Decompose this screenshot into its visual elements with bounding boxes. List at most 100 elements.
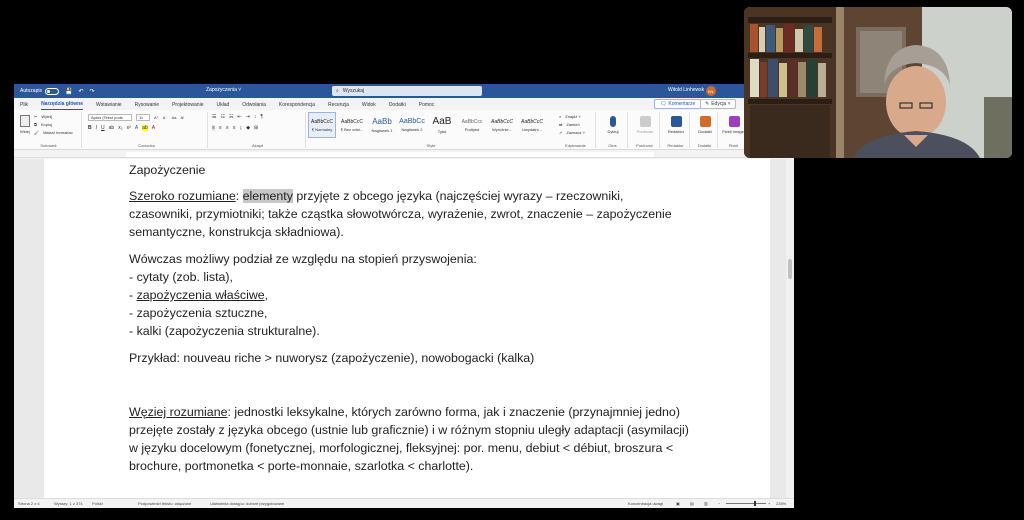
select-button[interactable]: ➚ Zaznacz ˅ (559, 130, 585, 135)
font-size-select[interactable]: 11 (136, 114, 150, 121)
tab-design[interactable]: Projektowanie (172, 102, 203, 110)
multilevel-icon[interactable]: ☵ (229, 114, 233, 120)
cut-button[interactable]: ✂ Wytnij (34, 114, 52, 119)
web-layout-icon[interactable]: ▥ (704, 501, 708, 506)
tab-file[interactable]: Plik (20, 102, 28, 110)
increase-indent-icon[interactable]: ⇥ (246, 114, 250, 120)
style-emphasis[interactable]: AaBbCcC Uwydatni... (518, 112, 546, 138)
editor-button[interactable]: Redaktor (663, 116, 689, 134)
style-title[interactable]: AaB Tytuł (428, 112, 456, 138)
zoom-in-icon[interactable]: + (768, 501, 770, 506)
style-normal[interactable]: AaBbCcC ¶ Normalny (308, 112, 336, 138)
strikethrough-icon[interactable]: ab (109, 125, 115, 131)
autosave-control[interactable]: Autozapis (20, 87, 59, 95)
subscript-icon[interactable]: x₂ (118, 125, 122, 131)
language-indicator[interactable]: Polski (92, 501, 103, 506)
vertical-scrollbar[interactable] (786, 159, 794, 498)
style-name: Wyróżnie... (492, 126, 512, 132)
font-name-select[interactable]: Aptos (Tekst pods (88, 114, 132, 121)
print-layout-icon[interactable]: ▤ (690, 501, 694, 506)
clear-format-icon[interactable]: A̸ (180, 115, 183, 120)
superscript-icon[interactable]: x² (127, 125, 131, 131)
focus-mode-button[interactable]: Koncentracja uwagi (628, 501, 663, 506)
text-effects-icon[interactable]: A (135, 125, 138, 131)
search-input[interactable]: ⌕ Wyszukaj (332, 86, 482, 96)
tab-references[interactable]: Odwołania (242, 102, 266, 110)
zoom-slider-thumb[interactable] (754, 501, 756, 506)
copy-button[interactable]: ⧉ Kopiuj (34, 122, 52, 127)
decrease-indent-icon[interactable]: ⇤ (237, 114, 241, 120)
change-case-icon[interactable]: Aa (172, 115, 177, 120)
find-button[interactable]: ⌕ Znajdź ˅ (559, 114, 581, 119)
tab-help[interactable]: Pomoc (419, 102, 435, 110)
line-spacing-icon[interactable]: ↨ (240, 125, 243, 131)
tab-view[interactable]: Widok (362, 102, 376, 110)
addins-button[interactable]: Dodatki (692, 116, 718, 134)
paragraph-example: Przykład: nouveau riche > nuworysz (zapo… (129, 351, 535, 365)
document-title[interactable]: Zapożyczenia ˅ (206, 87, 241, 93)
tab-addins[interactable]: Dodatki (389, 102, 406, 110)
shrink-font-icon[interactable]: A⁻ (163, 115, 168, 120)
search-placeholder: Wyszukaj (342, 88, 365, 94)
align-left-icon[interactable]: ≡ (212, 125, 215, 131)
style-no-spacing[interactable]: AaBbCcC ¶ Bez odst... (338, 112, 366, 138)
tab-mailings[interactable]: Korespondencja (279, 102, 315, 110)
avatar[interactable]: WL (706, 86, 716, 96)
align-right-icon[interactable]: ≡ (226, 125, 229, 131)
borders-icon[interactable]: ⊞ (254, 125, 258, 131)
editing-group: ⌕ Znajdź ˅ ⇄ Zamień ➚ Zaznacz ˅ Edytowanie (556, 112, 596, 148)
style-subtitle[interactable]: AaBbCcc Podtytuł (458, 112, 486, 138)
justify-icon[interactable]: ≡ (233, 125, 236, 131)
tab-review[interactable]: Recenzja (328, 102, 349, 110)
document-page[interactable]: Zapożyczenie Szeroko rozumiane: elementy… (44, 159, 770, 498)
pilcrow-icon[interactable]: ¶ (260, 114, 263, 120)
replace-button[interactable]: ⇄ Zamień (559, 122, 580, 127)
text-predictions-status[interactable]: Podpowiedzi tekstu: włączone (138, 501, 191, 506)
bullets-icon[interactable]: ☰ (212, 114, 216, 120)
read-mode-icon[interactable]: ▣ (676, 501, 680, 506)
ruler[interactable] (14, 151, 794, 158)
tab-home[interactable]: Narzędzia główne (41, 101, 84, 110)
comments-button[interactable]: 🗨 Komentarze (654, 99, 702, 109)
format-painter-button[interactable]: 🖌 Malarz formatów (34, 130, 73, 135)
accessibility-status[interactable]: Ułatwienia dostępu: dobrze przygotowane (210, 501, 284, 506)
save-icon[interactable]: 💾 (65, 88, 72, 95)
underline-icon[interactable]: U (101, 125, 105, 131)
scrollbar-thumb[interactable] (788, 259, 792, 279)
grow-font-icon[interactable]: A⁺ (154, 115, 159, 120)
page-count[interactable]: Strona 2 z 4 (18, 501, 40, 506)
paste-label[interactable]: Wklej (20, 129, 30, 134)
tab-insert[interactable]: Wstawianie (96, 102, 122, 110)
style-subtle-emphasis[interactable]: AaBbCcC Wyróżnie... (488, 112, 516, 138)
microphone-icon (610, 116, 616, 127)
dictate-label: Dyktuj (607, 129, 619, 134)
user-name[interactable]: Witold Linhewsk (668, 87, 704, 93)
shading-icon[interactable]: ◆ (246, 125, 250, 131)
dictate-button[interactable]: Dyktuj (600, 116, 626, 134)
sort-icon[interactable]: ↕ (254, 114, 257, 120)
style-heading-2[interactable]: AaBbCc Nagłówek 2 (398, 112, 426, 138)
document-body[interactable]: Zapożyczenie Szeroko rozumiane: elementy… (129, 161, 689, 475)
font-color-icon[interactable]: A (152, 125, 155, 131)
zoom-slider[interactable] (726, 503, 766, 504)
editing-mode-button[interactable]: ✎ Edycja ˅ (700, 99, 736, 109)
undo-icon[interactable]: ↶ (78, 88, 83, 95)
autosave-toggle[interactable] (44, 87, 59, 95)
style-heading-1[interactable]: AaBb Nagłówek 1 (368, 112, 396, 138)
webcam-image (744, 7, 1012, 158)
align-center-icon[interactable]: ≡ (219, 125, 222, 131)
zoom-level[interactable]: 226% (776, 501, 786, 506)
tab-layout[interactable]: Układ (216, 102, 229, 110)
bold-icon[interactable]: B (88, 125, 92, 131)
redo-icon[interactable]: ↷ (89, 88, 94, 95)
style-preview: AaBbCcc (461, 118, 483, 125)
highlight-icon[interactable]: ab (142, 125, 148, 131)
sensitivity-button[interactable]: Poufność (632, 116, 658, 134)
italic-icon[interactable]: I (96, 125, 97, 131)
tab-draw[interactable]: Rysowanie (135, 102, 159, 110)
clipboard-group-label: Schowek (40, 143, 57, 148)
numbering-icon[interactable]: ☷ (220, 114, 224, 120)
paste-icon[interactable] (20, 115, 30, 127)
word-count[interactable]: Wyrazy: 1 z 374 (54, 501, 83, 506)
zoom-out-icon[interactable]: − (718, 501, 720, 506)
